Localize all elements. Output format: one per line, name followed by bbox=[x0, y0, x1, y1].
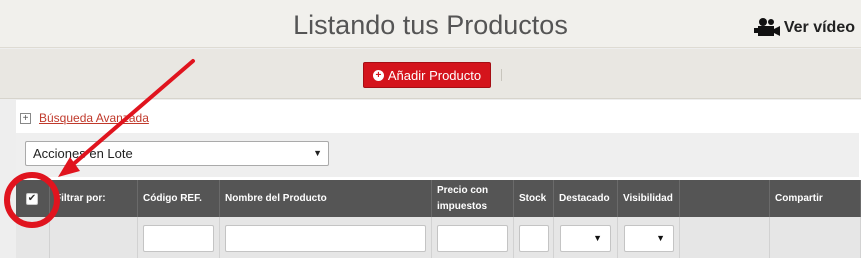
header-share: Compartir bbox=[770, 180, 861, 217]
filter-cell-empty bbox=[680, 217, 770, 258]
watch-video-label: Ver vídeo bbox=[783, 19, 855, 36]
toolbar-divider bbox=[501, 69, 502, 81]
plus-circle-icon: + bbox=[372, 69, 384, 81]
header-visibility[interactable]: Visibilidad bbox=[618, 180, 680, 217]
watch-video-link[interactable]: Ver vídeo bbox=[753, 17, 855, 39]
header-filter: Filtrar por: bbox=[50, 180, 138, 217]
header-price-line2: impuestos bbox=[437, 200, 488, 212]
visibility-filter-select[interactable]: ▼ bbox=[624, 225, 674, 252]
header-product-name[interactable]: Nombre del Producto bbox=[220, 180, 432, 217]
add-product-button[interactable]: + Añadir Producto bbox=[363, 62, 491, 88]
select-all-checkbox[interactable]: ✔ bbox=[26, 193, 38, 205]
header-filter-label: Filtrar por: bbox=[55, 192, 106, 204]
stock-filter-input[interactable] bbox=[519, 225, 549, 252]
header-ref-label: Código REF. bbox=[143, 192, 202, 204]
header-price-line1: Precio con bbox=[437, 184, 489, 196]
header-stock-label: Stock bbox=[519, 192, 547, 204]
advanced-search-toggle[interactable]: + Búsqueda Avanzada bbox=[20, 111, 149, 125]
bulk-actions-value: Acciones en Lote bbox=[33, 146, 133, 161]
toolbar: + Añadir Producto bbox=[0, 49, 861, 99]
header-featured[interactable]: Destacado bbox=[554, 180, 618, 217]
header-price[interactable]: Precio con impuestos bbox=[432, 180, 514, 217]
name-filter-input[interactable] bbox=[225, 225, 426, 252]
header-product-name-label: Nombre del Producto bbox=[225, 192, 327, 204]
header-price-label: Precio con impuestos bbox=[437, 183, 488, 215]
header-share-label: Compartir bbox=[775, 192, 823, 204]
bulk-actions-select[interactable]: Acciones en Lote ▼ bbox=[25, 141, 329, 166]
page-title: Listando tus Productos bbox=[293, 10, 568, 40]
page-header: Listando tus Productos Ver vídeo bbox=[0, 0, 861, 48]
advanced-search-label: Búsqueda Avanzada bbox=[39, 111, 149, 125]
price-filter-input[interactable] bbox=[437, 225, 508, 252]
featured-filter-select[interactable]: ▼ bbox=[560, 225, 611, 252]
header-stock[interactable]: Stock bbox=[514, 180, 554, 217]
header-visibility-label: Visibilidad bbox=[623, 192, 673, 204]
add-product-label: Añadir Producto bbox=[387, 67, 482, 83]
filter-cell-label bbox=[50, 217, 138, 258]
chevron-down-icon: ▼ bbox=[656, 233, 665, 243]
filter-cell-checkbox bbox=[16, 217, 50, 258]
chevron-down-icon: ▼ bbox=[313, 148, 322, 158]
expand-plus-icon: + bbox=[20, 112, 31, 124]
chevron-down-icon: ▼ bbox=[593, 233, 602, 243]
header-featured-label: Destacado bbox=[559, 192, 610, 204]
video-camera-icon bbox=[753, 18, 780, 36]
ref-filter-input[interactable] bbox=[143, 225, 214, 252]
header-ref[interactable]: Código REF. bbox=[138, 180, 220, 217]
filter-cell-share bbox=[770, 217, 861, 258]
header-empty bbox=[680, 180, 770, 217]
